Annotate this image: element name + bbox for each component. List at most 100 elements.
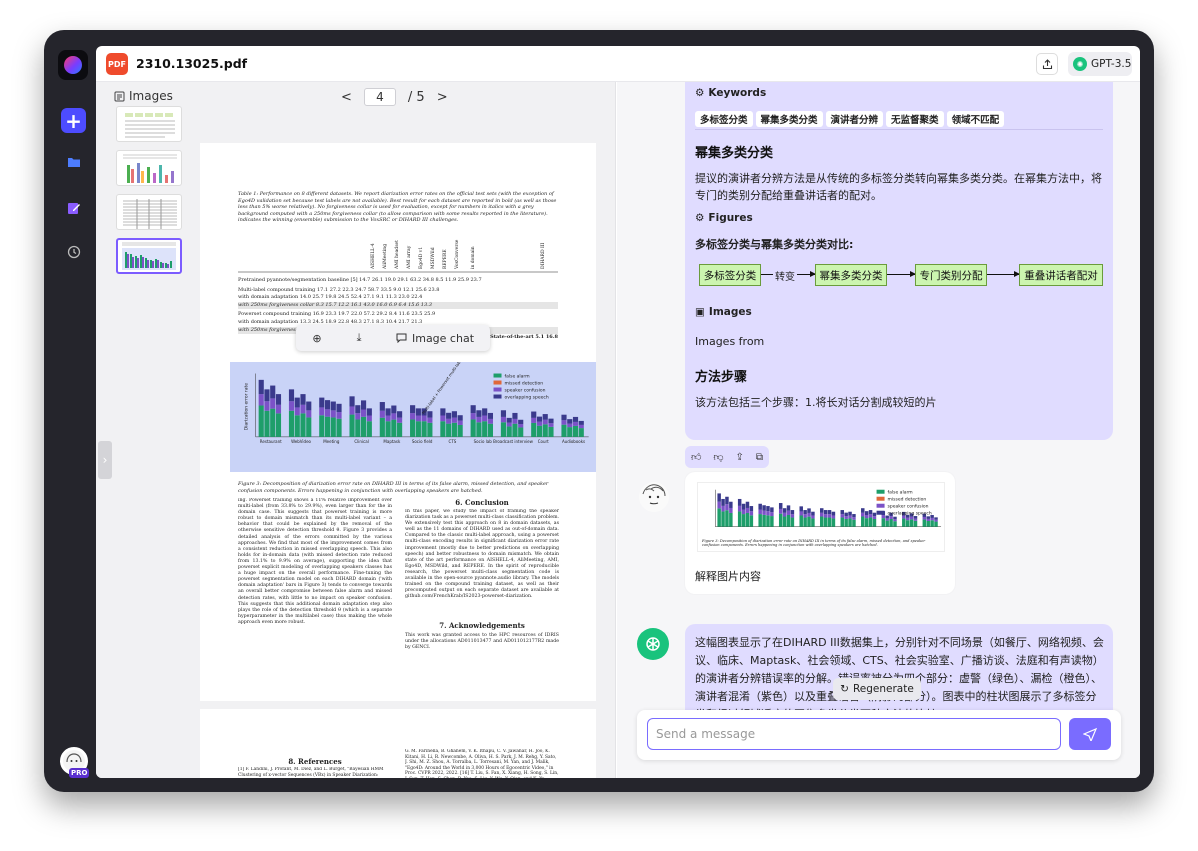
send-button[interactable] bbox=[1069, 718, 1111, 750]
bar-false-alarm bbox=[476, 422, 482, 437]
bar-speaker-confusion bbox=[410, 413, 416, 420]
history-icon[interactable] bbox=[64, 242, 84, 262]
bar-false-alarm bbox=[270, 408, 276, 437]
bar-speaker-confusion bbox=[294, 407, 300, 416]
collapse-sidebar-toggle[interactable]: › bbox=[98, 441, 112, 479]
images-header[interactable]: Images bbox=[114, 89, 173, 103]
next-page-button[interactable]: > bbox=[437, 90, 448, 105]
bar-false-alarm bbox=[790, 517, 795, 527]
bar-speaker-confusion bbox=[288, 401, 295, 411]
keyword-chip[interactable]: 幂集多类分类 bbox=[755, 111, 823, 127]
message-input[interactable]: Send a message bbox=[647, 718, 1061, 750]
figures-icon: ⚙ bbox=[695, 212, 705, 224]
svg-text:AMI headset: AMI headset bbox=[394, 240, 400, 270]
thumbs-down-icon[interactable]: 👎︎ bbox=[713, 451, 723, 463]
bar-false-alarm bbox=[868, 517, 873, 527]
legend-swatch bbox=[876, 510, 885, 515]
bar-speaker-confusion bbox=[741, 509, 746, 515]
x-tick-label: Restaurant bbox=[260, 439, 282, 444]
bar-speaker-confusion bbox=[872, 516, 877, 519]
app-logo[interactable] bbox=[58, 50, 88, 80]
bar-false-alarm bbox=[572, 425, 579, 437]
model-selector[interactable]: ✺ GPT-3.5 bbox=[1068, 52, 1132, 76]
page-thumbnail-3[interactable] bbox=[116, 194, 182, 230]
legend-label: missed detection bbox=[888, 497, 927, 503]
bar-overlap bbox=[803, 510, 807, 515]
bar-overlap bbox=[786, 505, 791, 511]
bar-overlap bbox=[288, 389, 295, 402]
bar-overlap bbox=[745, 501, 750, 508]
bar-speaker-confusion bbox=[518, 424, 524, 428]
keywords-icon: ⚙ bbox=[695, 87, 705, 99]
x-tick-label: WebVideo bbox=[291, 439, 311, 444]
download-icon[interactable]: ⤓ bbox=[338, 331, 380, 345]
bar-false-alarm bbox=[782, 516, 787, 527]
figure-caption: Figure 3: Decomposition of diarization e… bbox=[238, 481, 549, 494]
bar-speaker-confusion bbox=[567, 423, 573, 428]
conclusion-text: In this paper, we study the impact of fr… bbox=[405, 509, 559, 600]
bar-false-alarm bbox=[905, 520, 910, 527]
bar-false-alarm bbox=[457, 424, 463, 437]
user-avatar[interactable]: PRO bbox=[60, 747, 90, 778]
keyword-chip[interactable]: 多标签分类 bbox=[695, 111, 753, 127]
legend-label: missed detection bbox=[505, 381, 544, 387]
bar-false-alarm bbox=[366, 421, 372, 437]
bar-overlap bbox=[840, 510, 844, 515]
bar-overlap bbox=[482, 408, 488, 416]
bar-overlap bbox=[512, 412, 518, 419]
figures-heading: 多标签分类与幂集多类分类对比: bbox=[695, 238, 854, 251]
page-thumbnail-4[interactable] bbox=[116, 238, 182, 274]
bar-false-alarm bbox=[500, 422, 507, 437]
page-thumbnail-1[interactable] bbox=[116, 106, 182, 142]
bar-speaker-confusion bbox=[482, 415, 488, 422]
page-number-input[interactable]: 4 bbox=[363, 88, 396, 106]
page-thumbnail-2[interactable] bbox=[116, 150, 182, 186]
image-chat-button[interactable]: Image chat bbox=[380, 332, 490, 345]
share-button[interactable] bbox=[1036, 53, 1058, 75]
bar-false-alarm bbox=[893, 521, 897, 527]
prev-page-button[interactable]: < bbox=[341, 90, 352, 105]
bar-overlap bbox=[778, 503, 783, 509]
bar-false-alarm bbox=[827, 517, 832, 527]
refresh-icon: ↻ bbox=[840, 683, 849, 695]
thumbs-up-icon[interactable]: 👍︎ bbox=[691, 451, 701, 463]
bar-overlap bbox=[872, 512, 877, 517]
keyword-chip[interactable]: 领域不匹配 bbox=[946, 111, 1005, 127]
assistant-avatar bbox=[637, 628, 669, 660]
legend-label: false alarm bbox=[888, 490, 913, 496]
bar-speaker-confusion bbox=[868, 514, 873, 518]
bar-overlap bbox=[893, 516, 897, 520]
pro-badge: PRO bbox=[69, 768, 90, 778]
user-attached-image[interactable]: false alarm missed detection speaker confu… bbox=[697, 482, 945, 552]
bar-overlap bbox=[427, 411, 433, 418]
keyword-chip[interactable]: 无监督聚类 bbox=[886, 111, 944, 127]
selected-figure-highlight[interactable]: Restaurant WebVideo Meeting Clinical Maptask… bbox=[230, 362, 596, 472]
zoom-in-icon[interactable]: ⊕ bbox=[296, 332, 338, 345]
bar-speaker-confusion bbox=[827, 514, 832, 518]
bar-overlap bbox=[782, 508, 787, 513]
bar-speaker-confusion bbox=[864, 515, 869, 519]
bar-speaker-confusion bbox=[548, 423, 554, 427]
bar-speaker-confusion bbox=[786, 510, 791, 515]
bar-overlap bbox=[330, 401, 336, 411]
bar-speaker-confusion bbox=[264, 401, 270, 411]
keyword-chip[interactable]: 演讲者分辨 bbox=[825, 111, 884, 127]
pdf-figure-3-chart: Restaurant WebVideo Meeting Clinical Maptask… bbox=[244, 362, 589, 444]
share-icon[interactable]: ⇪ bbox=[735, 452, 743, 463]
section-text: 提议的演讲者分辨方法是从传统的多标签分类转向幂集多类分类。在幂集方法中，将专门的… bbox=[695, 172, 1102, 202]
edit-note-icon[interactable] bbox=[64, 198, 84, 218]
bar-speaker-confusion bbox=[512, 418, 518, 424]
user-avatar-sketch bbox=[637, 480, 671, 514]
bar-speaker-confusion bbox=[848, 515, 852, 519]
bar-overlap bbox=[548, 418, 554, 424]
bar-overlap bbox=[823, 510, 828, 515]
bar-overlap bbox=[749, 506, 754, 512]
copy-icon[interactable]: ⧉ bbox=[756, 452, 763, 463]
bar-overlap bbox=[766, 506, 770, 512]
regenerate-button[interactable]: ↻ Regenerate bbox=[833, 678, 921, 700]
x-tick-label: Court bbox=[538, 439, 549, 444]
bar-overlap bbox=[790, 510, 795, 515]
folder-icon[interactable] bbox=[64, 152, 84, 172]
new-chat-button[interactable]: + bbox=[61, 108, 86, 133]
bar-false-alarm bbox=[741, 514, 746, 527]
